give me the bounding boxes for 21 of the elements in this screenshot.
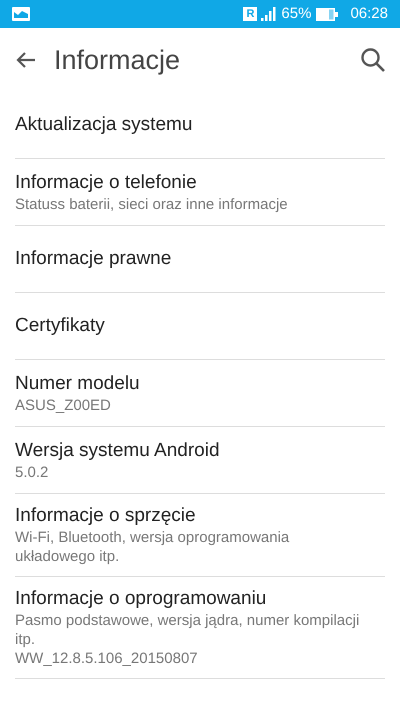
setting-title[interactable]: Numer modelu	[15, 372, 385, 396]
battery-icon	[316, 8, 338, 20]
setting-title[interactable]: Informacje prawne	[15, 247, 385, 271]
setting-title[interactable]: Wersja systemu Android	[15, 438, 385, 462]
setting-title[interactable]: Certyfikaty	[15, 314, 385, 338]
setting-summary: ASUS_Z00ED	[15, 396, 112, 414]
roaming-badge: R	[243, 7, 258, 21]
setting-title[interactable]: Aktualizacja systemu	[15, 113, 385, 137]
setting-summary: 5.0.2	[15, 462, 50, 482]
setting-title[interactable]: Informacje o sprzęcie	[15, 504, 385, 528]
signal-icon	[261, 7, 278, 21]
clock: 06:28	[350, 4, 388, 24]
setting-title[interactable]: Informacje o telefonie	[15, 170, 385, 194]
setting-summary: Pasmo podstawowe, wersja jądra, numer kompilacji itp. WW_12.8.5.106_20150807	[15, 611, 360, 668]
setting-summary: Statuss baterii, sieci oraz inne informacje	[15, 194, 289, 214]
setting-summary: Wi-Fi, Bluetooth, wersja oprogramowania układowego itp.	[15, 528, 290, 566]
screen-title: Informacje	[54, 44, 180, 77]
picture-notification-icon	[12, 7, 30, 21]
battery-percent: 65%	[281, 4, 312, 24]
search-icon[interactable]	[360, 47, 386, 73]
setting-title[interactable]: Informacje o oprogramowaniu	[15, 587, 385, 611]
